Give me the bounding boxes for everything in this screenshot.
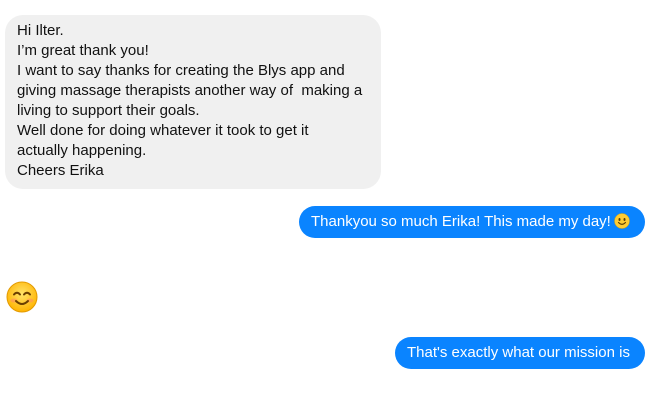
outgoing-message-bubble[interactable]: Thankyou so much Erika! This made my day… [299,206,645,238]
outgoing-message-text: That's exactly what our mission is [407,344,630,361]
message-line: giving massage therapists another way of… [17,82,363,99]
message-line: actually happening. [17,142,147,159]
message-line: Hi Ilter. [17,22,64,39]
smiling-face-with-smiling-eyes-icon[interactable] [6,281,38,313]
message-line: I’m great thank you! [17,42,149,59]
outgoing-message-text: Thankyou so much Erika! This made my day… [311,213,611,230]
slightly-smiling-face-icon [614,213,630,229]
message-line: Cheers Erika [17,162,104,179]
incoming-message-bubble[interactable]: Hi Ilter. I’m great thank you! I want to… [5,15,381,189]
message-line: Well done for doing whatever it took to … [17,122,309,139]
message-line: living to support their goals. [17,102,200,119]
message-line: I want to say thanks for creating the Bl… [17,62,345,79]
outgoing-message-bubble[interactable]: That's exactly what our mission is [395,337,645,369]
